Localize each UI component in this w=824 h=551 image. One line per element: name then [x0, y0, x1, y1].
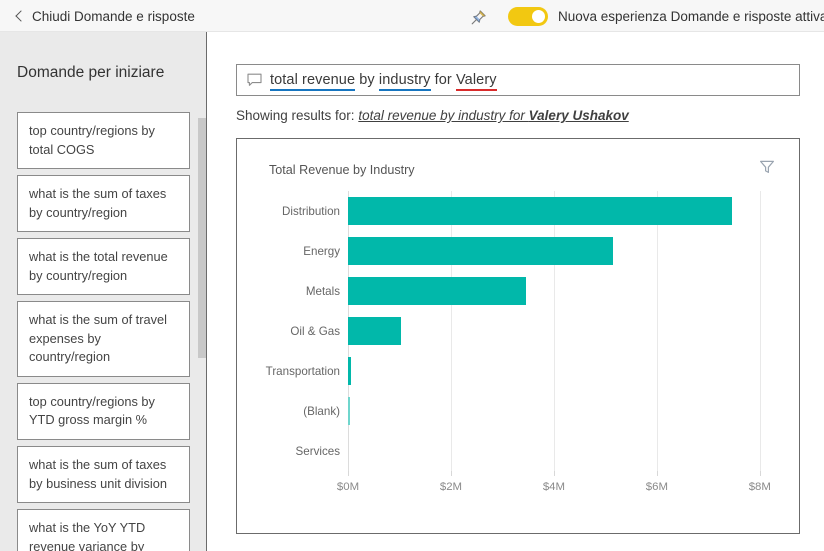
sidebar-title: Domande per iniziare	[17, 64, 165, 81]
top-bar: Chiudi Domande e risposte Nuova esperien…	[0, 0, 824, 32]
close-qna-label: Chiudi Domande e risposte	[32, 8, 195, 24]
question-text: total revenue by industry for Valery	[270, 72, 497, 91]
toggle-label: Nuova esperienza Domande e risposte atti…	[558, 8, 824, 24]
bar[interactable]	[348, 237, 614, 265]
bar-row[interactable]	[348, 231, 614, 271]
suggestion-list: top country/regions by total COGS what i…	[17, 112, 190, 551]
query-token-for: for	[430, 72, 456, 88]
chart-title: Total Revenue by Industry	[269, 163, 415, 177]
qna-screen: Chiudi Domande e risposte Nuova esperien…	[0, 0, 824, 551]
query-token-measure: total revenue	[270, 72, 356, 91]
showing-results-query-wrap[interactable]: total revenue by industry for Valery Ush…	[358, 108, 628, 123]
bar[interactable]	[348, 397, 351, 425]
toggle-switch[interactable]	[508, 6, 548, 26]
category-label: Oil & Gas	[290, 324, 340, 338]
suggestion-card[interactable]: what is the sum of travel expenses by co…	[17, 301, 190, 377]
sidebar-scrollbar-thumb[interactable]	[198, 118, 206, 358]
chart-value-axis: $0M $2M $4M $6M $8M	[337, 471, 801, 505]
chat-bubble-icon	[247, 73, 262, 87]
close-qna-button[interactable]: Chiudi Domande e risposte	[8, 0, 201, 32]
bar-chart-plot: Distribution Energy Metals Oil & Gas Transpo…	[237, 191, 801, 535]
bar-row[interactable]	[348, 311, 402, 351]
category-label: Distribution	[282, 204, 340, 218]
chart-bars	[348, 191, 801, 471]
category-label: Metals	[305, 284, 340, 298]
suggestion-card[interactable]: what is the sum of taxes by business uni…	[17, 446, 190, 504]
x-tick-mark	[759, 471, 761, 476]
new-qna-experience-toggle[interactable]: Nuova esperienza Domande e risposte atti…	[508, 0, 824, 32]
query-token-by: by	[355, 72, 379, 88]
suggestion-card[interactable]: what is the total revenue by country/reg…	[17, 238, 190, 296]
main-pane: total revenue by industry for Valery Sho…	[208, 32, 824, 551]
showing-results-entity: Valery Ushakov	[528, 108, 629, 123]
query-token-dimension: industry	[378, 72, 431, 91]
x-tick-label: $2M	[439, 481, 463, 493]
x-tick-mark	[553, 471, 555, 476]
x-tick-mark	[450, 471, 452, 476]
category-label: Transportation	[265, 364, 340, 378]
showing-results-prefix: Showing results for:	[236, 108, 355, 123]
category-label: (Blank)	[303, 404, 340, 418]
suggestion-card[interactable]: top country/regions by total COGS	[17, 112, 190, 170]
category-label: Energy	[303, 244, 340, 258]
bar[interactable]	[348, 277, 526, 305]
x-tick-mark	[656, 471, 658, 476]
bar-row[interactable]	[348, 351, 352, 391]
showing-results-line: Showing results for: total revenue by in…	[236, 108, 629, 123]
suggestions-sidebar: Domande per iniziare top country/regions…	[0, 32, 207, 551]
bar[interactable]	[348, 317, 402, 345]
question-input[interactable]: total revenue by industry for Valery	[236, 64, 800, 96]
suggestion-card[interactable]: what is the YoY YTD revenue variance by …	[17, 509, 190, 551]
bar-row[interactable]	[348, 191, 732, 231]
x-tick-label: $6M	[645, 481, 668, 493]
bar-row[interactable]	[348, 271, 526, 311]
showing-results-query: total revenue by industry for	[358, 108, 529, 123]
chevron-left-icon	[14, 11, 24, 21]
result-visual-card[interactable]: Total Revenue by Industry Distribution En…	[236, 138, 800, 534]
x-tick-label: $0M	[336, 481, 360, 493]
suggestion-card[interactable]: what is the sum of taxes by country/regi…	[17, 175, 190, 233]
x-tick-label: $8M	[748, 481, 771, 493]
chart-category-axis: Distribution Energy Metals Oil & Gas Transpo…	[237, 191, 340, 471]
filter-funnel-icon[interactable]	[757, 157, 777, 177]
x-tick-label: $4M	[542, 481, 565, 493]
bar[interactable]	[348, 197, 732, 225]
bar-row[interactable]	[348, 391, 351, 431]
toggle-knob	[532, 9, 545, 23]
suggestion-card[interactable]: top country/regions by YTD gross margin …	[17, 382, 190, 441]
pin-icon[interactable]	[466, 5, 490, 29]
query-token-entity: Valery	[455, 72, 497, 91]
category-label: Services	[295, 444, 340, 458]
bar[interactable]	[348, 357, 352, 385]
x-tick-mark	[348, 471, 349, 476]
